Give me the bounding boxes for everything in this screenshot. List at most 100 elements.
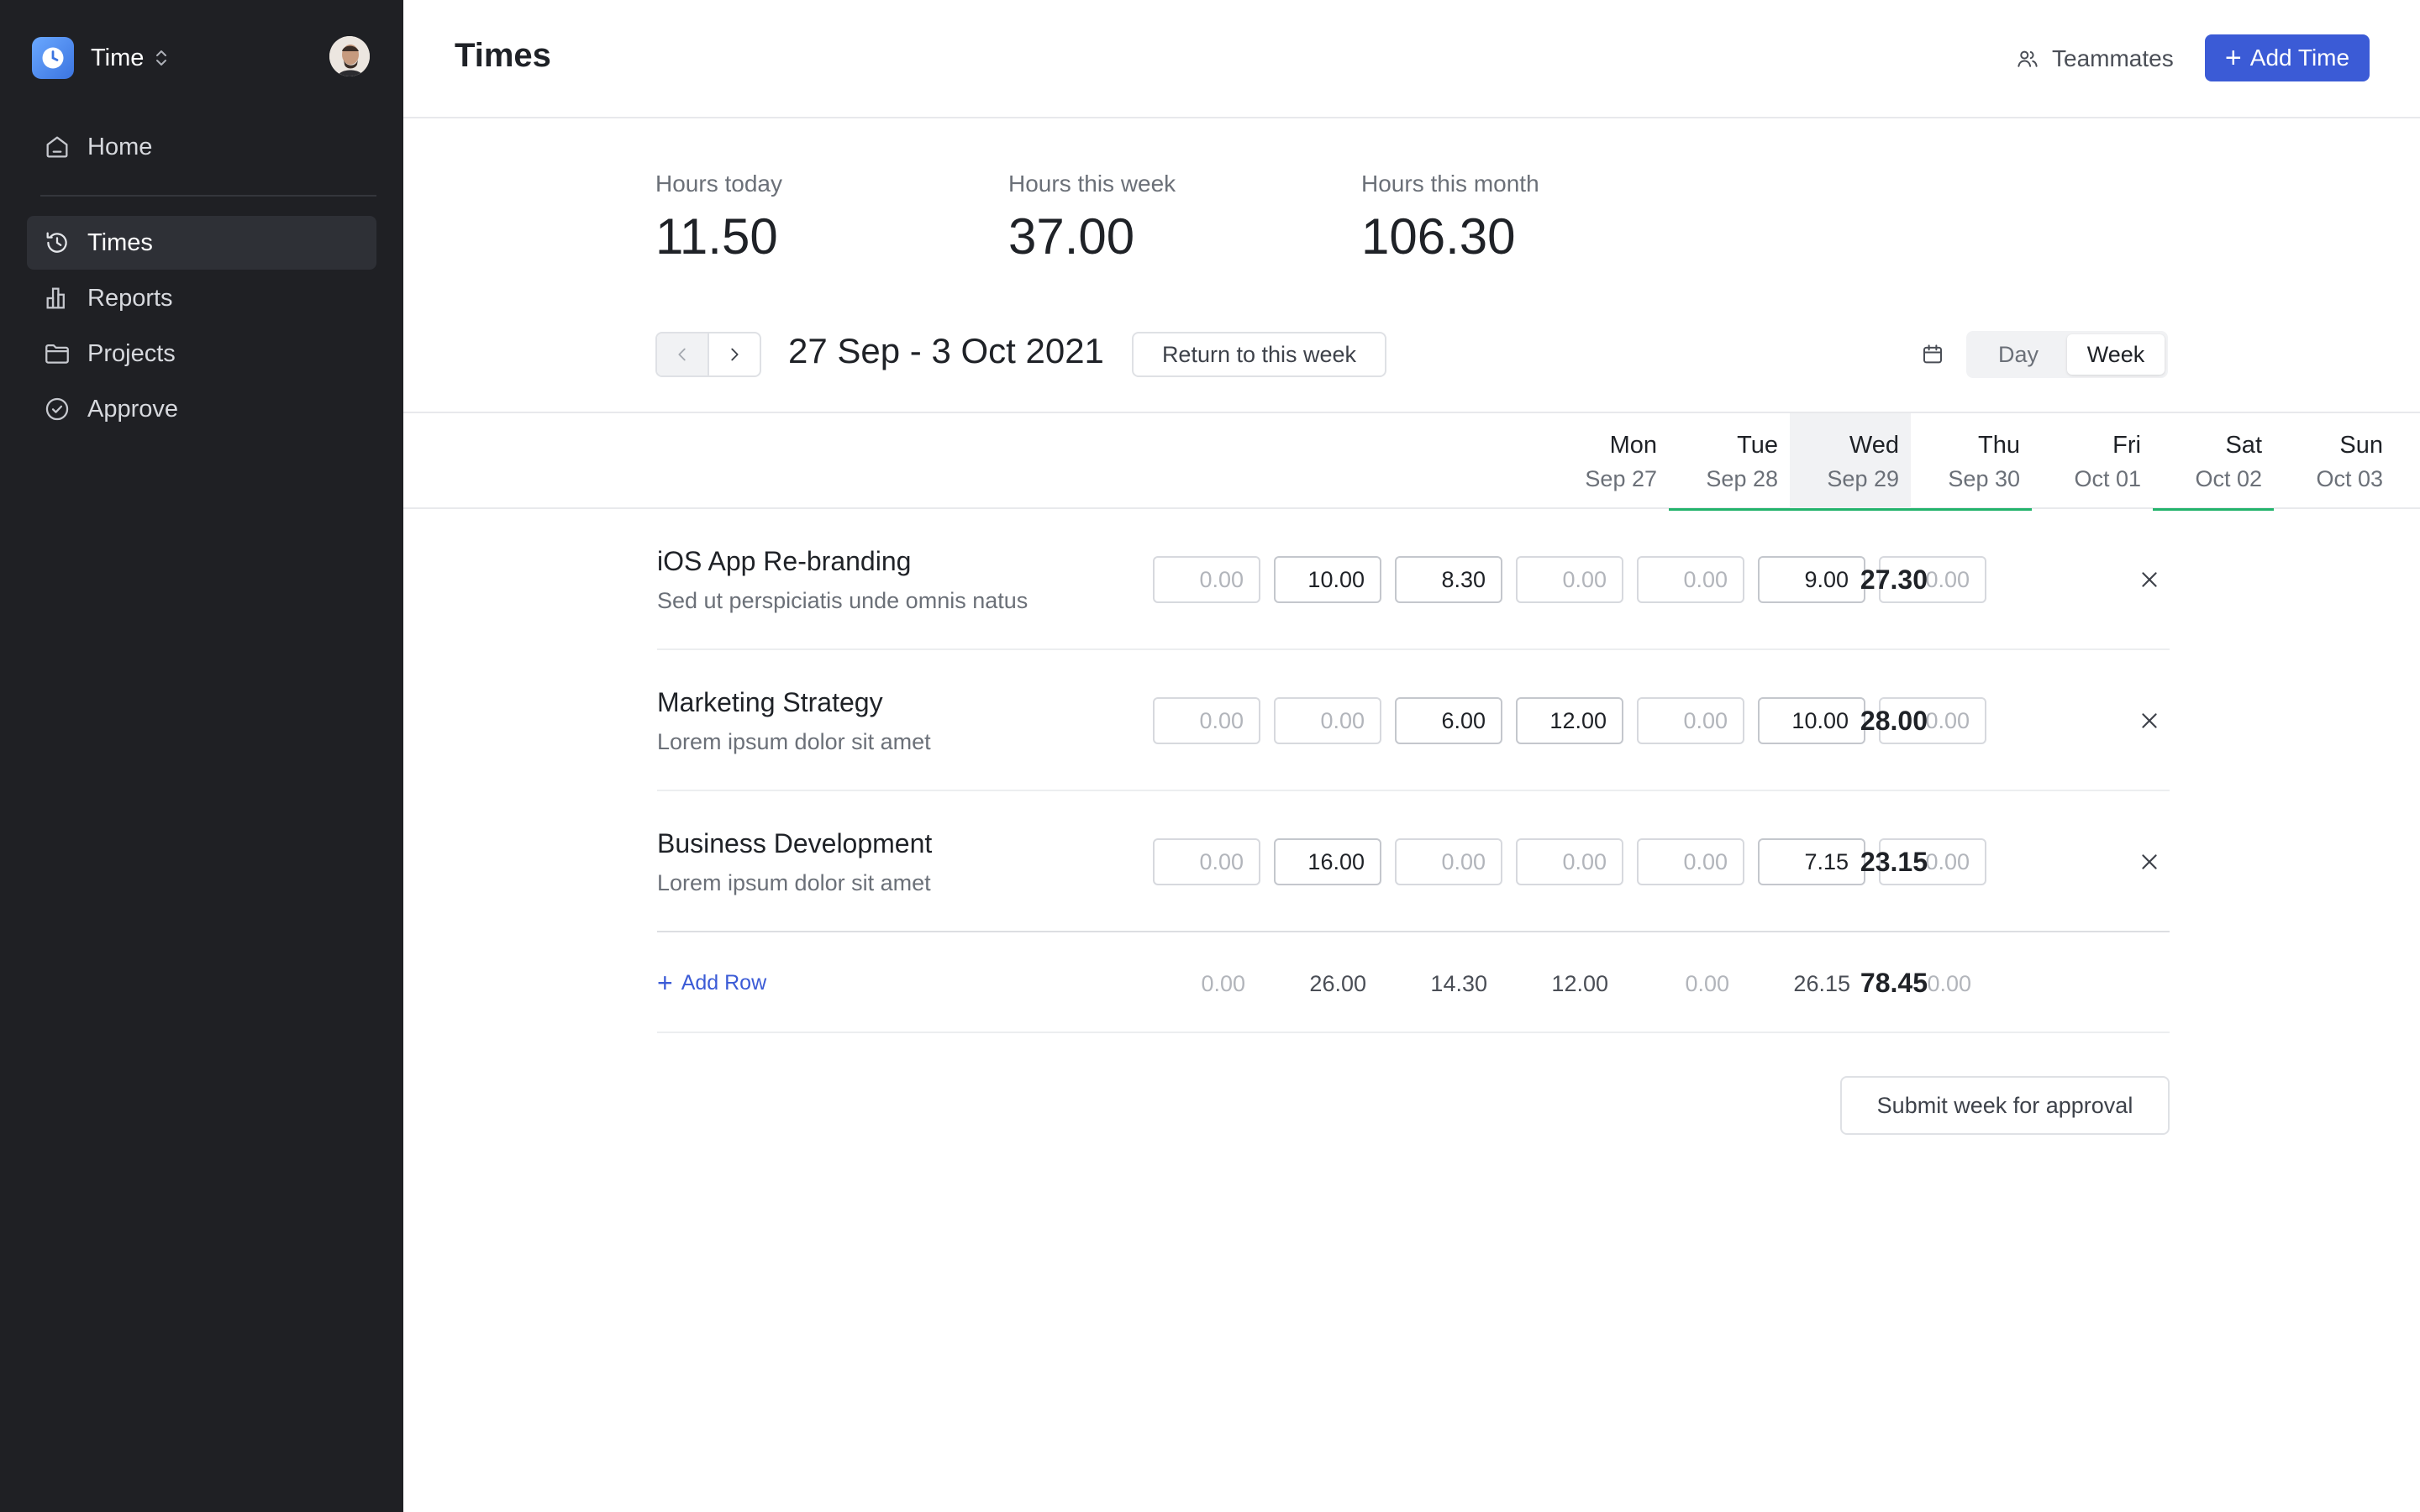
page-title: Times xyxy=(455,37,551,74)
day-date: Oct 03 xyxy=(2316,466,2383,491)
app-name: Time xyxy=(91,44,145,71)
day-name: Fri xyxy=(2112,432,2141,459)
day-total-sat: 26.15 xyxy=(1793,971,1850,996)
view-toggle: Day Week xyxy=(1966,331,2168,378)
next-week-button[interactable] xyxy=(709,333,760,375)
close-icon[interactable] xyxy=(2134,847,2165,877)
teammates-button[interactable]: Teammates xyxy=(2015,39,2174,79)
stat-hours-today: Hours today 11.50 xyxy=(655,171,782,265)
close-icon[interactable] xyxy=(2134,564,2165,595)
home-icon xyxy=(40,130,74,164)
day-column-mon: Mon Sep 27 xyxy=(1548,413,1669,509)
close-icon[interactable] xyxy=(2134,706,2165,736)
stat-label: Hours this month xyxy=(1361,171,1539,197)
add-row-label: Add Row xyxy=(681,970,767,995)
sidebar-item-reports[interactable]: Reports xyxy=(27,271,376,325)
sidebar-item-home[interactable]: Home xyxy=(27,120,376,174)
project-description: Sed ut perspiciatis unde omnis natus xyxy=(657,588,1028,613)
project-name: Marketing Strategy xyxy=(657,687,883,717)
app-switcher[interactable]: Time xyxy=(32,36,169,80)
return-to-this-week-button[interactable]: Return to this week xyxy=(1132,332,1386,377)
day-complete-indicator xyxy=(2153,508,2274,511)
day-total-fri: 0.00 xyxy=(1685,971,1729,996)
hours-input-thu[interactable]: 12.00 xyxy=(1516,697,1623,744)
sidebar: Time Home Times Reports Projects Approve xyxy=(0,0,403,1512)
day-column-tue: Tue Sep 28 xyxy=(1669,413,1790,511)
add-time-label: Add Time xyxy=(2249,45,2350,71)
teammates-label: Teammates xyxy=(2052,45,2174,71)
hours-input-sat[interactable]: 10.00 xyxy=(1758,697,1865,744)
sidebar-item-label: Reports xyxy=(87,284,173,312)
stat-label: Hours today xyxy=(655,171,782,197)
stat-label: Hours this week xyxy=(1008,171,1176,197)
stat-hours-month: Hours this month 106.30 xyxy=(1361,171,1539,265)
sidebar-divider xyxy=(40,195,376,197)
time-row: iOS App Re-branding Sed ut perspiciatis … xyxy=(657,509,2170,650)
clock-app-logo-icon xyxy=(32,37,74,79)
bar-chart-icon xyxy=(40,281,74,315)
sidebar-item-label: Projects xyxy=(87,339,176,367)
sidebar-item-approve[interactable]: Approve xyxy=(27,382,376,436)
day-column-thu: Thu Sep 30 xyxy=(1911,413,2032,511)
view-week-button[interactable]: Week xyxy=(2067,334,2165,375)
page-header: Times Teammates + Add Time xyxy=(403,0,2420,118)
day-column-fri: Fri Oct 01 xyxy=(2032,413,2153,509)
sidebar-item-times[interactable]: Times xyxy=(27,216,376,270)
day-name: Sat xyxy=(2225,432,2262,459)
week-range-label: 27 Sep - 3 Oct 2021 xyxy=(788,331,1104,370)
hours-input-tue[interactable]: 16.00 xyxy=(1274,838,1381,885)
hours-input-tue[interactable]: 10.00 xyxy=(1274,556,1381,603)
row-total: 28.00 xyxy=(1860,706,1928,736)
week-grand-total: 78.45 xyxy=(1860,968,1928,998)
hours-input-mon[interactable]: 0.00 xyxy=(1153,556,1260,603)
users-icon xyxy=(2015,46,2040,71)
day-date: Sep 30 xyxy=(1948,466,2020,491)
hours-input-fri[interactable]: 0.00 xyxy=(1637,697,1744,744)
time-row: Business Development Lorem ipsum dolor s… xyxy=(657,791,2170,932)
chevron-up-down-icon xyxy=(154,48,169,68)
project-description: Lorem ipsum dolor sit amet xyxy=(657,870,931,895)
stat-hours-week: Hours this week 37.00 xyxy=(1008,171,1176,265)
previous-week-button[interactable] xyxy=(657,333,709,375)
sidebar-item-projects[interactable]: Projects xyxy=(27,327,376,381)
sidebar-item-label: Approve xyxy=(87,395,179,423)
day-total-thu: 12.00 xyxy=(1551,971,1608,996)
hours-input-sat[interactable]: 7.15 xyxy=(1758,838,1865,885)
day-date: Oct 02 xyxy=(2195,466,2262,491)
check-circle-icon xyxy=(40,392,74,426)
day-total-wed: 14.30 xyxy=(1430,971,1487,996)
hours-input-thu[interactable]: 0.00 xyxy=(1516,838,1623,885)
hours-input-mon[interactable]: 0.00 xyxy=(1153,697,1260,744)
user-avatar[interactable] xyxy=(329,36,370,76)
hours-input-wed[interactable]: 8.30 xyxy=(1395,556,1502,603)
day-name: Mon xyxy=(1609,432,1657,459)
hours-input-fri[interactable]: 0.00 xyxy=(1637,556,1744,603)
add-row-button[interactable]: + Add Row xyxy=(657,969,766,996)
calendar-icon[interactable] xyxy=(1916,338,1949,371)
project-name: Business Development xyxy=(657,828,933,858)
week-pager xyxy=(655,332,761,377)
folder-icon xyxy=(40,337,74,370)
hours-input-tue[interactable]: 0.00 xyxy=(1274,697,1381,744)
day-name: Tue xyxy=(1737,432,1778,459)
hours-input-wed[interactable]: 6.00 xyxy=(1395,697,1502,744)
day-column-sun: Sun Oct 03 xyxy=(2274,413,2395,509)
hours-input-wed[interactable]: 0.00 xyxy=(1395,838,1502,885)
plus-icon: + xyxy=(2224,42,2242,74)
totals-row: + Add Row 0.00 26.00 14.30 12.00 0.00 26… xyxy=(657,931,2170,1033)
project-description: Lorem ipsum dolor sit amet xyxy=(657,729,931,754)
stat-value: 106.30 xyxy=(1361,208,1516,265)
add-time-button[interactable]: + Add Time xyxy=(2205,34,2370,81)
day-date: Sep 27 xyxy=(1585,466,1657,491)
row-total: 27.30 xyxy=(1860,564,1928,595)
hours-input-thu[interactable]: 0.00 xyxy=(1516,556,1623,603)
hours-input-mon[interactable]: 0.00 xyxy=(1153,838,1260,885)
hours-input-sat[interactable]: 9.00 xyxy=(1758,556,1865,603)
day-total-mon: 0.00 xyxy=(1201,971,1245,996)
day-column-wed: Wed Sep 29 xyxy=(1790,413,1911,511)
view-day-button[interactable]: Day xyxy=(1970,334,2067,375)
day-total-tue: 26.00 xyxy=(1309,971,1366,996)
day-name: Wed xyxy=(1849,432,1899,459)
submit-week-button[interactable]: Submit week for approval xyxy=(1840,1076,2170,1135)
hours-input-fri[interactable]: 0.00 xyxy=(1637,838,1744,885)
